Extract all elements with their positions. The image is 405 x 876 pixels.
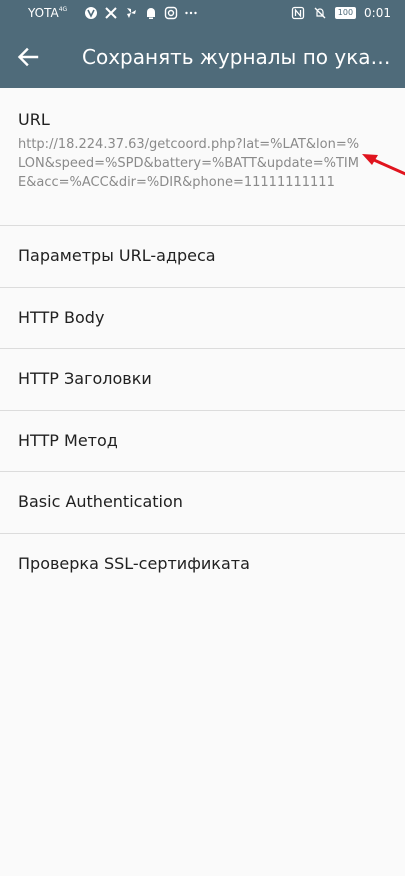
network-type: 4G xyxy=(58,6,68,13)
setting-basic-authentication[interactable]: Basic Authentication xyxy=(0,472,405,534)
setting-url-value: http://18.224.37.63/getcoord.php?lat=%LA… xyxy=(18,137,360,190)
carrier-label: YOTA4G xyxy=(28,6,67,20)
v-icon xyxy=(84,6,98,20)
annotation-arrow-icon xyxy=(362,154,405,176)
setting-label: HTTP Метод xyxy=(18,430,118,450)
fan-icon xyxy=(124,6,138,20)
clock: 0:01 xyxy=(364,6,391,20)
setting-http-method[interactable]: HTTP Метод xyxy=(0,411,405,472)
arrow-left-icon xyxy=(17,47,39,67)
alarm-icon xyxy=(144,6,158,20)
page-title: Сохранять журналы по указ... xyxy=(82,45,392,69)
setting-label: Basic Authentication xyxy=(18,492,183,511)
back-button[interactable] xyxy=(10,39,46,75)
setting-ssl-verification[interactable]: Проверка SSL-сертификата xyxy=(0,534,405,596)
carrier-name: YOTA xyxy=(28,6,59,20)
tools-icon xyxy=(104,6,118,20)
setting-label: HTTP Body xyxy=(18,307,105,327)
status-bar: YOTA4G 100 0:01 xyxy=(0,0,405,26)
setting-url[interactable]: URL http://18.224.37.63/getcoord.php?lat… xyxy=(0,88,405,226)
setting-url-parameters[interactable]: Параметры URL-адреса xyxy=(0,226,405,288)
battery-icon: 100 xyxy=(334,7,357,19)
settings-list: URL http://18.224.37.63/getcoord.php?lat… xyxy=(0,88,405,595)
instagram-icon xyxy=(164,6,178,20)
app-bar: Сохранять журналы по указ... xyxy=(0,26,405,88)
setting-label: Параметры URL-адреса xyxy=(18,246,216,265)
nfc-icon xyxy=(291,6,305,20)
setting-http-headers[interactable]: HTTP Заголовки xyxy=(0,349,405,411)
system-icons: 100 0:01 xyxy=(291,5,391,21)
setting-label: Проверка SSL-сертификата xyxy=(18,553,250,573)
more-dots-icon xyxy=(184,6,198,20)
setting-url-title: URL xyxy=(18,110,50,129)
mute-icon xyxy=(313,6,327,20)
setting-http-body[interactable]: HTTP Body xyxy=(0,288,405,349)
notification-icons xyxy=(84,5,198,21)
screen: YOTA4G 100 0:01 Сохранять журналы по ука… xyxy=(0,0,405,876)
setting-label: HTTP Заголовки xyxy=(18,369,152,388)
